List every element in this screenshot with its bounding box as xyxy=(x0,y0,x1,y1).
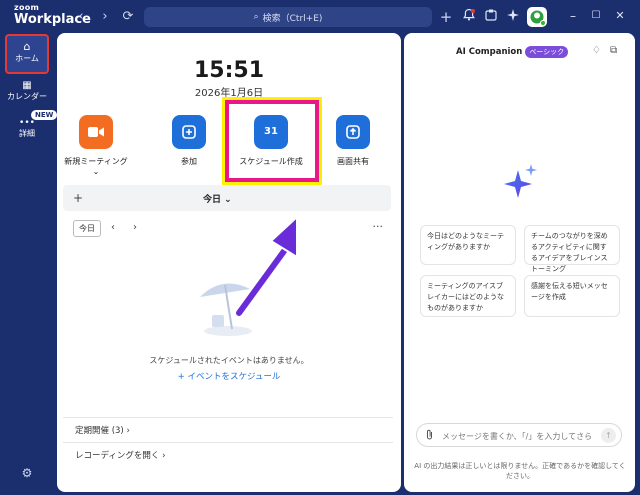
search-bar[interactable]: ⌕ 検索（Ctrl+E) xyxy=(144,7,432,27)
empty-schedule-message: スケジュールされたイベントはありません。 xyxy=(149,356,309,365)
left-nav: ⌂ ホーム ▦ カレンダー NEW ••• 詳細 ⚙ xyxy=(0,34,58,495)
panel-bell-icon[interactable]: ♢ xyxy=(592,45,601,56)
today-button[interactable]: 今日 xyxy=(73,220,101,237)
add-event-icon[interactable]: + xyxy=(73,191,83,205)
nav-item-home[interactable]: ⌂ ホーム xyxy=(5,34,49,74)
share-up-arrow-icon xyxy=(336,115,370,149)
home-panel: 15:51 2026年1月6日 新規ミーティング ⌄ 参加 31 スケジュール作… xyxy=(57,33,401,492)
calendar-header: + 今日 ⌄ xyxy=(63,185,391,211)
calendar-range-dropdown[interactable]: 今日 ⌄ xyxy=(203,192,232,205)
maximize-icon[interactable]: ☐ xyxy=(588,8,604,24)
suggestion-card[interactable]: 感謝を伝える短いメッセージを作成 xyxy=(524,275,620,317)
nav-item-more[interactable]: NEW ••• 詳細 xyxy=(5,110,58,139)
next-day-icon[interactable]: › xyxy=(133,222,137,233)
composer-placeholder: メッセージを書くか、「/」を入力してさらに… xyxy=(442,432,592,441)
forward-icon[interactable]: › xyxy=(96,8,114,26)
nav-item-calendar[interactable]: ▦ カレンダー xyxy=(5,80,49,102)
current-date: 2026年1月6日 xyxy=(194,88,264,99)
schedule-highlight-box xyxy=(222,97,322,185)
new-badge: NEW xyxy=(31,110,58,120)
panel-title-row: AI Companion ベーシック xyxy=(456,46,569,58)
videocam-icon xyxy=(79,115,113,149)
recurring-meetings-row[interactable]: 定期開催 (3) › xyxy=(63,417,393,439)
settings-gear-icon[interactable]: ⚙ xyxy=(5,466,49,480)
send-icon[interactable]: ↑ xyxy=(601,428,616,443)
ai-companion-panel: AI Companion ベーシック ♢ ⧉ 今日はどのようなミーティングがありま… xyxy=(404,33,635,492)
avatar[interactable] xyxy=(527,7,547,27)
history-icon[interactable]: ⟳ xyxy=(119,8,137,26)
search-label: 検索（Ctrl+E) xyxy=(262,13,323,24)
panel-title: AI Companion xyxy=(456,47,523,57)
apps-icon[interactable] xyxy=(482,8,500,26)
add-event-link[interactable]: + イベントをスケジュール xyxy=(57,370,401,382)
open-recordings-row[interactable]: レコーディングを開く › xyxy=(63,442,393,464)
suggestion-card[interactable]: チームのつながりを深めるアクティビティに関するアイデアをブレインストーミング xyxy=(524,225,620,273)
ai-sparkle-icon[interactable] xyxy=(504,8,522,26)
attachment-icon[interactable] xyxy=(425,429,434,443)
share-screen-button[interactable]: 画面共有 xyxy=(318,115,388,167)
current-time: 15:51 xyxy=(193,58,265,83)
ai-sparkle-illustration xyxy=(504,164,537,198)
tier-badge: ベーシック xyxy=(525,46,569,58)
more-options-icon[interactable]: ··· xyxy=(373,220,384,233)
calendar-toolbar: 今日 ‹ › ··· xyxy=(73,220,383,238)
popout-icon[interactable]: ⧉ xyxy=(610,45,617,56)
suggestion-card[interactable]: 今日はどのようなミーティングがありますか xyxy=(420,225,516,265)
calendar-icon: ▦ xyxy=(22,80,32,91)
join-button[interactable]: 参加 xyxy=(154,115,224,167)
title-bar: zoom Workplace ‹ › ⟳ ⌕ 検索（Ctrl+E) + – ☐ … xyxy=(0,0,640,34)
notification-bell-icon[interactable] xyxy=(460,8,478,26)
nav-home-label: ホーム xyxy=(15,54,39,63)
nav-calendar-label: カレンダー xyxy=(7,92,47,101)
plus-icon xyxy=(172,115,206,149)
message-composer[interactable]: メッセージを書くか、「/」を入力してさらに… ↑ xyxy=(416,423,622,447)
new-meeting-button[interactable]: 新規ミーティング ⌄ xyxy=(61,115,131,176)
prev-day-icon[interactable]: ‹ xyxy=(111,222,115,233)
minimize-icon[interactable]: – xyxy=(565,8,581,24)
beach-umbrella-illustration xyxy=(192,271,262,341)
join-label: 参加 xyxy=(181,157,197,166)
search-icon: ⌕ xyxy=(253,12,259,22)
share-screen-label: 画面共有 xyxy=(337,157,369,166)
home-icon: ⌂ xyxy=(23,40,31,53)
close-icon[interactable]: ✕ xyxy=(612,8,628,24)
back-icon[interactable]: ‹ xyxy=(72,8,90,26)
add-icon[interactable]: + xyxy=(437,8,455,26)
nav-more-label: 詳細 xyxy=(19,129,35,138)
suggestion-card[interactable]: ミーティングのアイスブレイカーにはどのようなものがありますか xyxy=(420,275,516,317)
new-meeting-label: 新規ミーティング ⌄ xyxy=(64,157,128,176)
ai-disclaimer: AI の出力結果は正しいとは限りません。正確であるかを確認してください。 xyxy=(414,462,626,480)
